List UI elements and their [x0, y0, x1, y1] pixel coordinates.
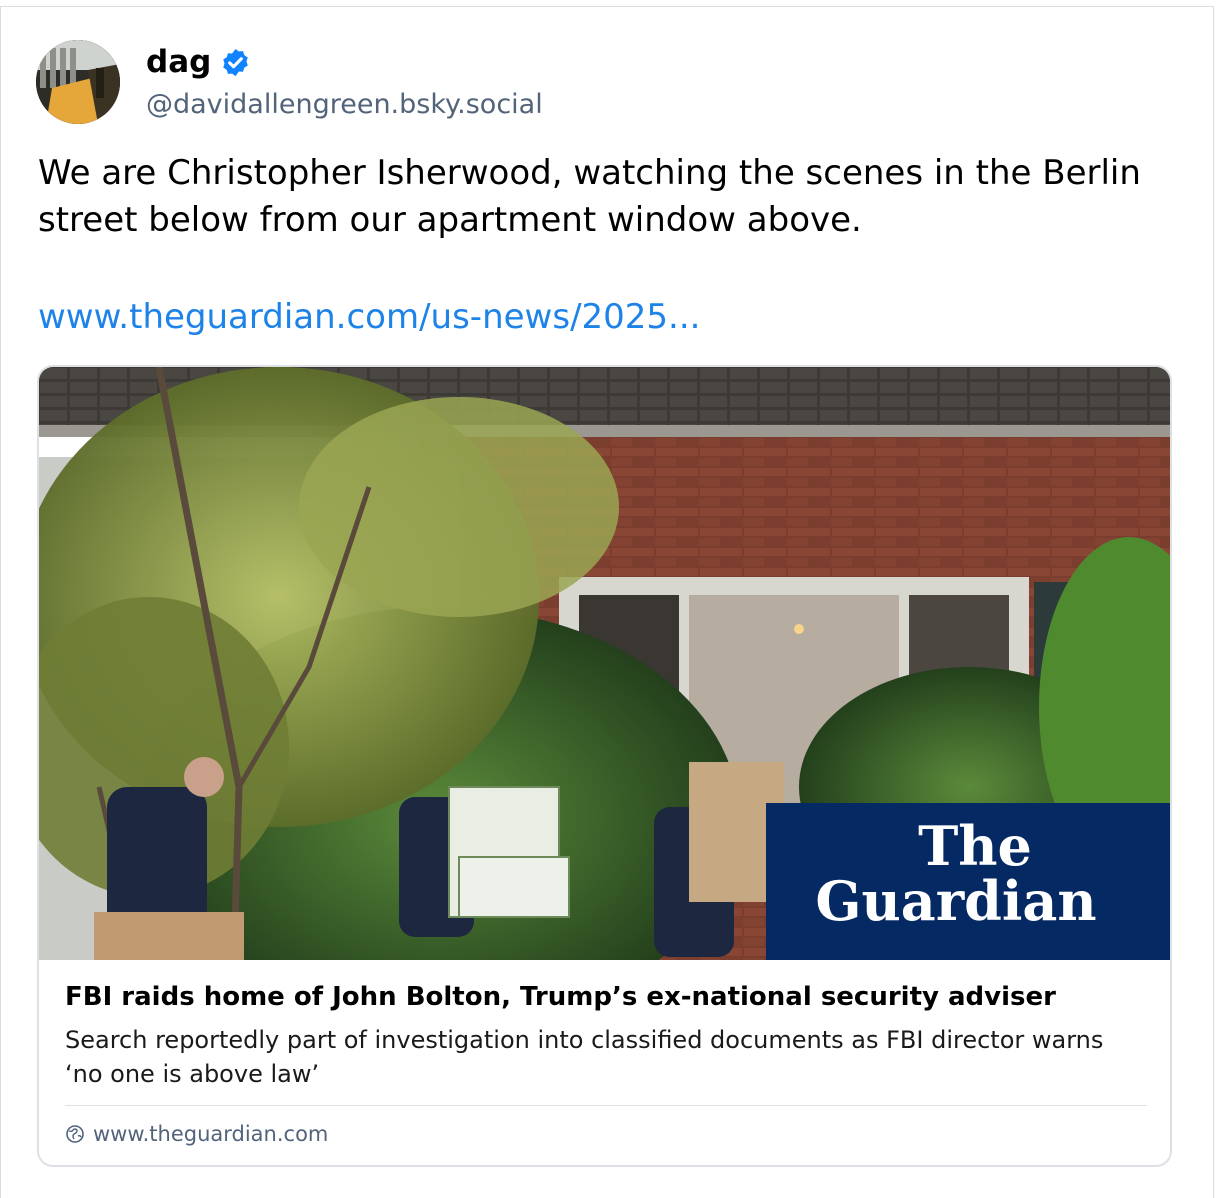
card-description: Search reportedly part of investigation …: [65, 1026, 1104, 1088]
verified-badge-icon: [223, 48, 249, 76]
link-preview-card[interactable]: The Guardian FBI raids home of John Bolt…: [37, 365, 1172, 1167]
post-text: We are Christopher Isherwood, watching t…: [38, 153, 1141, 240]
globe-icon: [66, 1125, 84, 1143]
card-divider: [65, 1105, 1147, 1106]
article-thumbnail: The Guardian: [39, 367, 1170, 960]
avatar[interactable]: [36, 40, 120, 124]
card-domain-text: www.theguardian.com: [93, 1122, 329, 1146]
author-display-name[interactable]: dag: [146, 42, 251, 82]
post-link[interactable]: www.theguardian.com/us-news/2025...: [38, 295, 700, 339]
card-domain: www.theguardian.com: [65, 1119, 328, 1149]
author-handle[interactable]: @davidallengreen.bsky.social: [146, 88, 543, 122]
card-title: FBI raids home of John Bolton, Trump’s e…: [65, 982, 1056, 1012]
display-name-text: dag: [146, 44, 212, 80]
guardian-logo-line2: Guardian: [815, 869, 1096, 933]
avatar-image: [36, 40, 120, 124]
